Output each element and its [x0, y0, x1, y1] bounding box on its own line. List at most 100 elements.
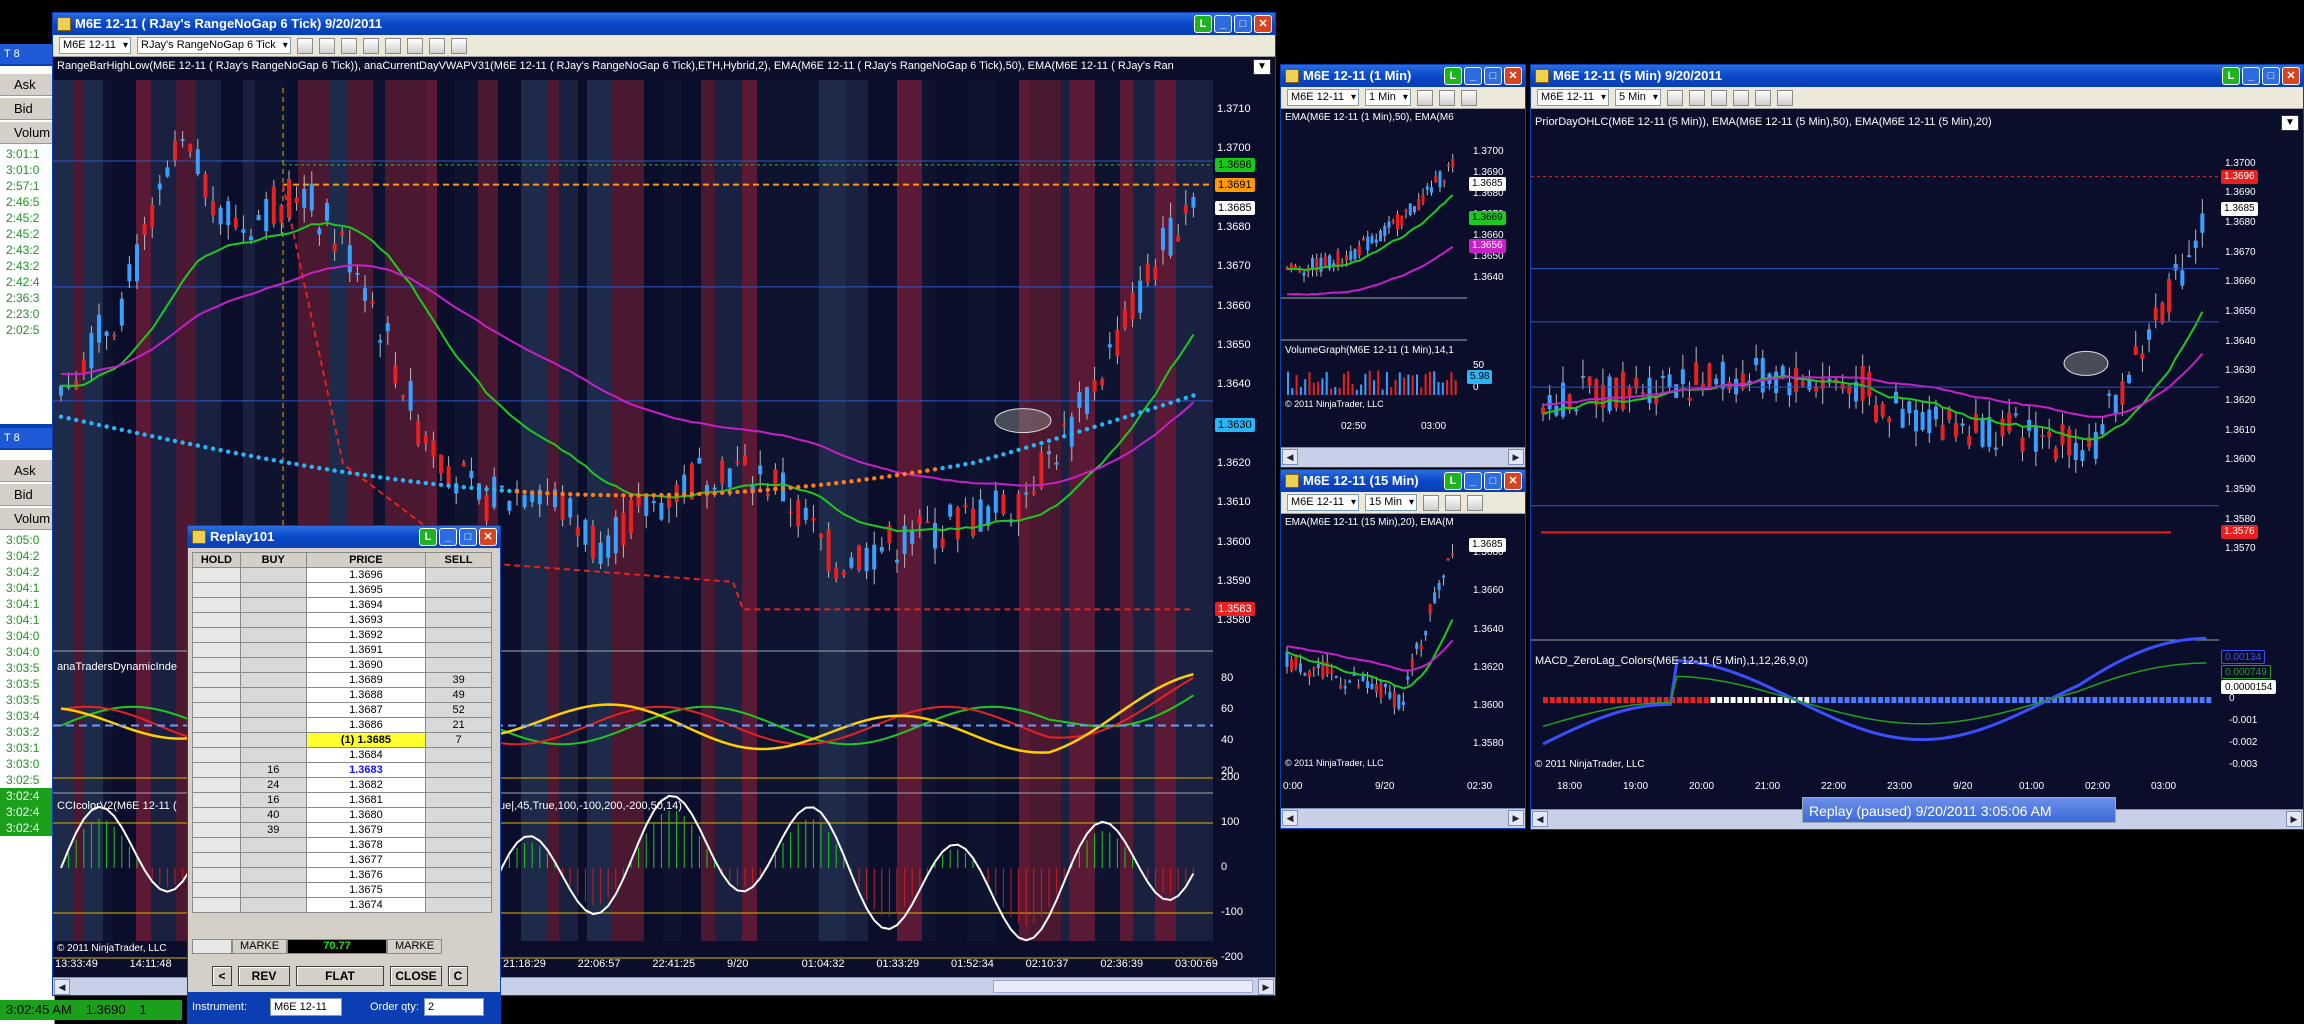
15min-hscroll[interactable]: ◀ ▶	[1281, 808, 1525, 828]
dom-cell-price[interactable]: 1.3680	[305, 807, 427, 823]
market-buy-button[interactable]: MARKE	[232, 939, 287, 954]
dom-cell-buy[interactable]: 40	[239, 807, 307, 823]
15min-chart-area[interactable]: EMA(M6E 12-11 (15 Min),20), EMA(M © 2011…	[1281, 515, 1525, 808]
ts-tab-bottom[interactable]: T 8	[0, 428, 55, 448]
dom-close-button[interactable]: ✕	[479, 528, 497, 546]
5min-zoom-icon[interactable]	[1732, 89, 1749, 106]
1min-chart-area[interactable]: EMA(M6E 12-11 (1 Min),50), EMA(M6 Volume…	[1281, 110, 1525, 447]
dom-cell-sell[interactable]	[425, 897, 492, 913]
dom-cell-price[interactable]: 1.3695	[305, 582, 427, 598]
dom-row[interactable]: 1.3690	[192, 657, 492, 673]
dom-row[interactable]: 1.3696	[192, 567, 492, 583]
maximize-button[interactable]: □	[1234, 15, 1252, 33]
dom-row[interactable]: 1.3688 49	[192, 687, 492, 703]
dom-cell-price[interactable]: 1.3679	[305, 822, 427, 838]
dom-cell-price[interactable]: 1.3689	[305, 672, 427, 688]
dom-cell-price[interactable]: 1.3690	[305, 657, 427, 673]
5min-indicators-icon[interactable]	[1776, 89, 1793, 106]
dom-row[interactable]: 1.3692	[192, 627, 492, 643]
5min-minimize-button[interactable]: _	[2242, 67, 2260, 85]
dom-cell-price[interactable]: 1.3691	[305, 642, 427, 658]
dom-cell-sell[interactable]	[425, 867, 492, 883]
dom-cell-buy[interactable]	[239, 627, 307, 643]
dom-row[interactable]: 24 1.3682	[192, 777, 492, 793]
dom-cell-sell[interactable]: 21	[425, 717, 492, 733]
scroll-left-icon[interactable]: ◀	[54, 979, 70, 995]
dom-row[interactable]: 39 1.3679	[192, 822, 492, 838]
dom-cell-buy[interactable]	[239, 897, 307, 913]
order-qty-input[interactable]: 2	[424, 998, 484, 1016]
dom-cell-sell[interactable]: 49	[425, 687, 492, 703]
dom-row[interactable]: 16 1.3683	[192, 762, 492, 778]
dom-cell-buy[interactable]: 16	[239, 792, 307, 808]
dom-row[interactable]: 1.3695	[192, 582, 492, 598]
dom-cell-sell[interactable]	[425, 642, 492, 658]
dom-row[interactable]: 1.3687 52	[192, 702, 492, 718]
draw-tool-icon[interactable]	[318, 37, 335, 54]
dom-cell-sell[interactable]: 52	[425, 702, 492, 718]
dom-cell-price[interactable]: 1.3683	[305, 762, 427, 778]
close-button[interactable]: ✕	[1254, 15, 1272, 33]
dom-row[interactable]: 1.3684	[192, 747, 492, 763]
properties-icon[interactable]	[384, 37, 401, 54]
dom-cell-price[interactable]: 1.3682	[305, 777, 427, 793]
dom-row[interactable]: 1.3686 21	[192, 717, 492, 733]
5min-maximize-button[interactable]: □	[2262, 67, 2280, 85]
5min-instrument-select[interactable]: M6E 12-11	[1537, 89, 1609, 106]
dom-cell-price[interactable]: 1.3678	[305, 837, 427, 853]
indicators-icon[interactable]	[406, 37, 423, 54]
dom-cell-sell[interactable]	[425, 597, 492, 613]
dom-cell-sell[interactable]	[425, 762, 492, 778]
1min-close-button[interactable]: ✕	[1504, 67, 1522, 85]
dom-cell-sell[interactable]	[425, 582, 492, 598]
dom-link-icon[interactable]: L	[419, 528, 437, 546]
15min-period-select[interactable]: 15 Min	[1365, 494, 1418, 511]
link-icon[interactable]: L	[1194, 15, 1212, 33]
dom-cell-price[interactable]: 1.3692	[305, 627, 427, 643]
5min-titlebar[interactable]: M6E 12-11 (5 Min) 9/20/2011 L _ □ ✕	[1531, 65, 2303, 87]
dom-cell-sell[interactable]	[425, 657, 492, 673]
dom-cell-buy[interactable]	[239, 567, 307, 583]
1min-cursor-icon[interactable]	[1460, 89, 1477, 106]
dom-row[interactable]: 16 1.3681	[192, 792, 492, 808]
dom-cell-price[interactable]: 1.3694	[305, 597, 427, 613]
1min-maximize-button[interactable]: □	[1484, 67, 1502, 85]
market-sell-button[interactable]: MARKE	[387, 939, 442, 954]
1min-titlebar[interactable]: M6E 12-11 (1 Min) L _ □ ✕	[1281, 65, 1525, 87]
dom-maximize-button[interactable]: □	[459, 528, 477, 546]
dom-cell-price[interactable]: 1.3681	[305, 792, 427, 808]
dom-cell-buy[interactable]	[239, 732, 307, 748]
dom-cell-sell[interactable]	[425, 747, 492, 763]
dom-cell-buy[interactable]	[239, 642, 307, 658]
dom-row[interactable]: 1.3689 39	[192, 672, 492, 688]
dom-cell-buy[interactable]	[239, 657, 307, 673]
cursor-icon[interactable]	[340, 37, 357, 54]
dom-cell-buy[interactable]	[239, 747, 307, 763]
dom-row[interactable]: 40 1.3680	[192, 807, 492, 823]
15min-maximize-button[interactable]: □	[1484, 472, 1502, 490]
15min-scroll-right-icon[interactable]: ▶	[1508, 810, 1524, 826]
zoom-icon[interactable]	[362, 37, 379, 54]
minimize-button[interactable]: _	[1214, 15, 1232, 33]
dom-cell-sell[interactable]	[425, 627, 492, 643]
ts-tab-top[interactable]: T 8	[0, 44, 55, 64]
dom-cell-buy[interactable]	[239, 852, 307, 868]
dom-cell-price[interactable]: 1.3687	[305, 702, 427, 718]
dom-row[interactable]: 1.3676	[192, 867, 492, 883]
5min-draw-tool-icon[interactable]	[1688, 89, 1705, 106]
dom-c-button[interactable]: C	[448, 966, 468, 986]
dom-row[interactable]: (1) 1.3685 7	[192, 732, 492, 748]
dom-cell-price[interactable]: 1.3696	[305, 567, 427, 583]
dom-cell-buy[interactable]	[239, 612, 307, 628]
1min-minimize-button[interactable]: _	[1464, 67, 1482, 85]
15min-bar-type-icon[interactable]	[1423, 494, 1440, 511]
replay-status-bar[interactable]: Replay (paused) 9/20/2011 3:05:06 AM	[1802, 797, 2116, 823]
dom-row[interactable]: 1.3678	[192, 837, 492, 853]
dom-cell-price[interactable]: 1.3676	[305, 867, 427, 883]
dom-cell-buy[interactable]	[239, 837, 307, 853]
flat-button[interactable]: FLAT	[296, 966, 384, 986]
5min-chart-area[interactable]: PriorDayOHLC(M6E 12-11 (5 Min)), EMA(M6E…	[1531, 110, 2303, 809]
dom-cell-sell[interactable]	[425, 567, 492, 583]
dom-cell-buy[interactable]	[239, 882, 307, 898]
dom-cell-price[interactable]: 1.3684	[305, 747, 427, 763]
